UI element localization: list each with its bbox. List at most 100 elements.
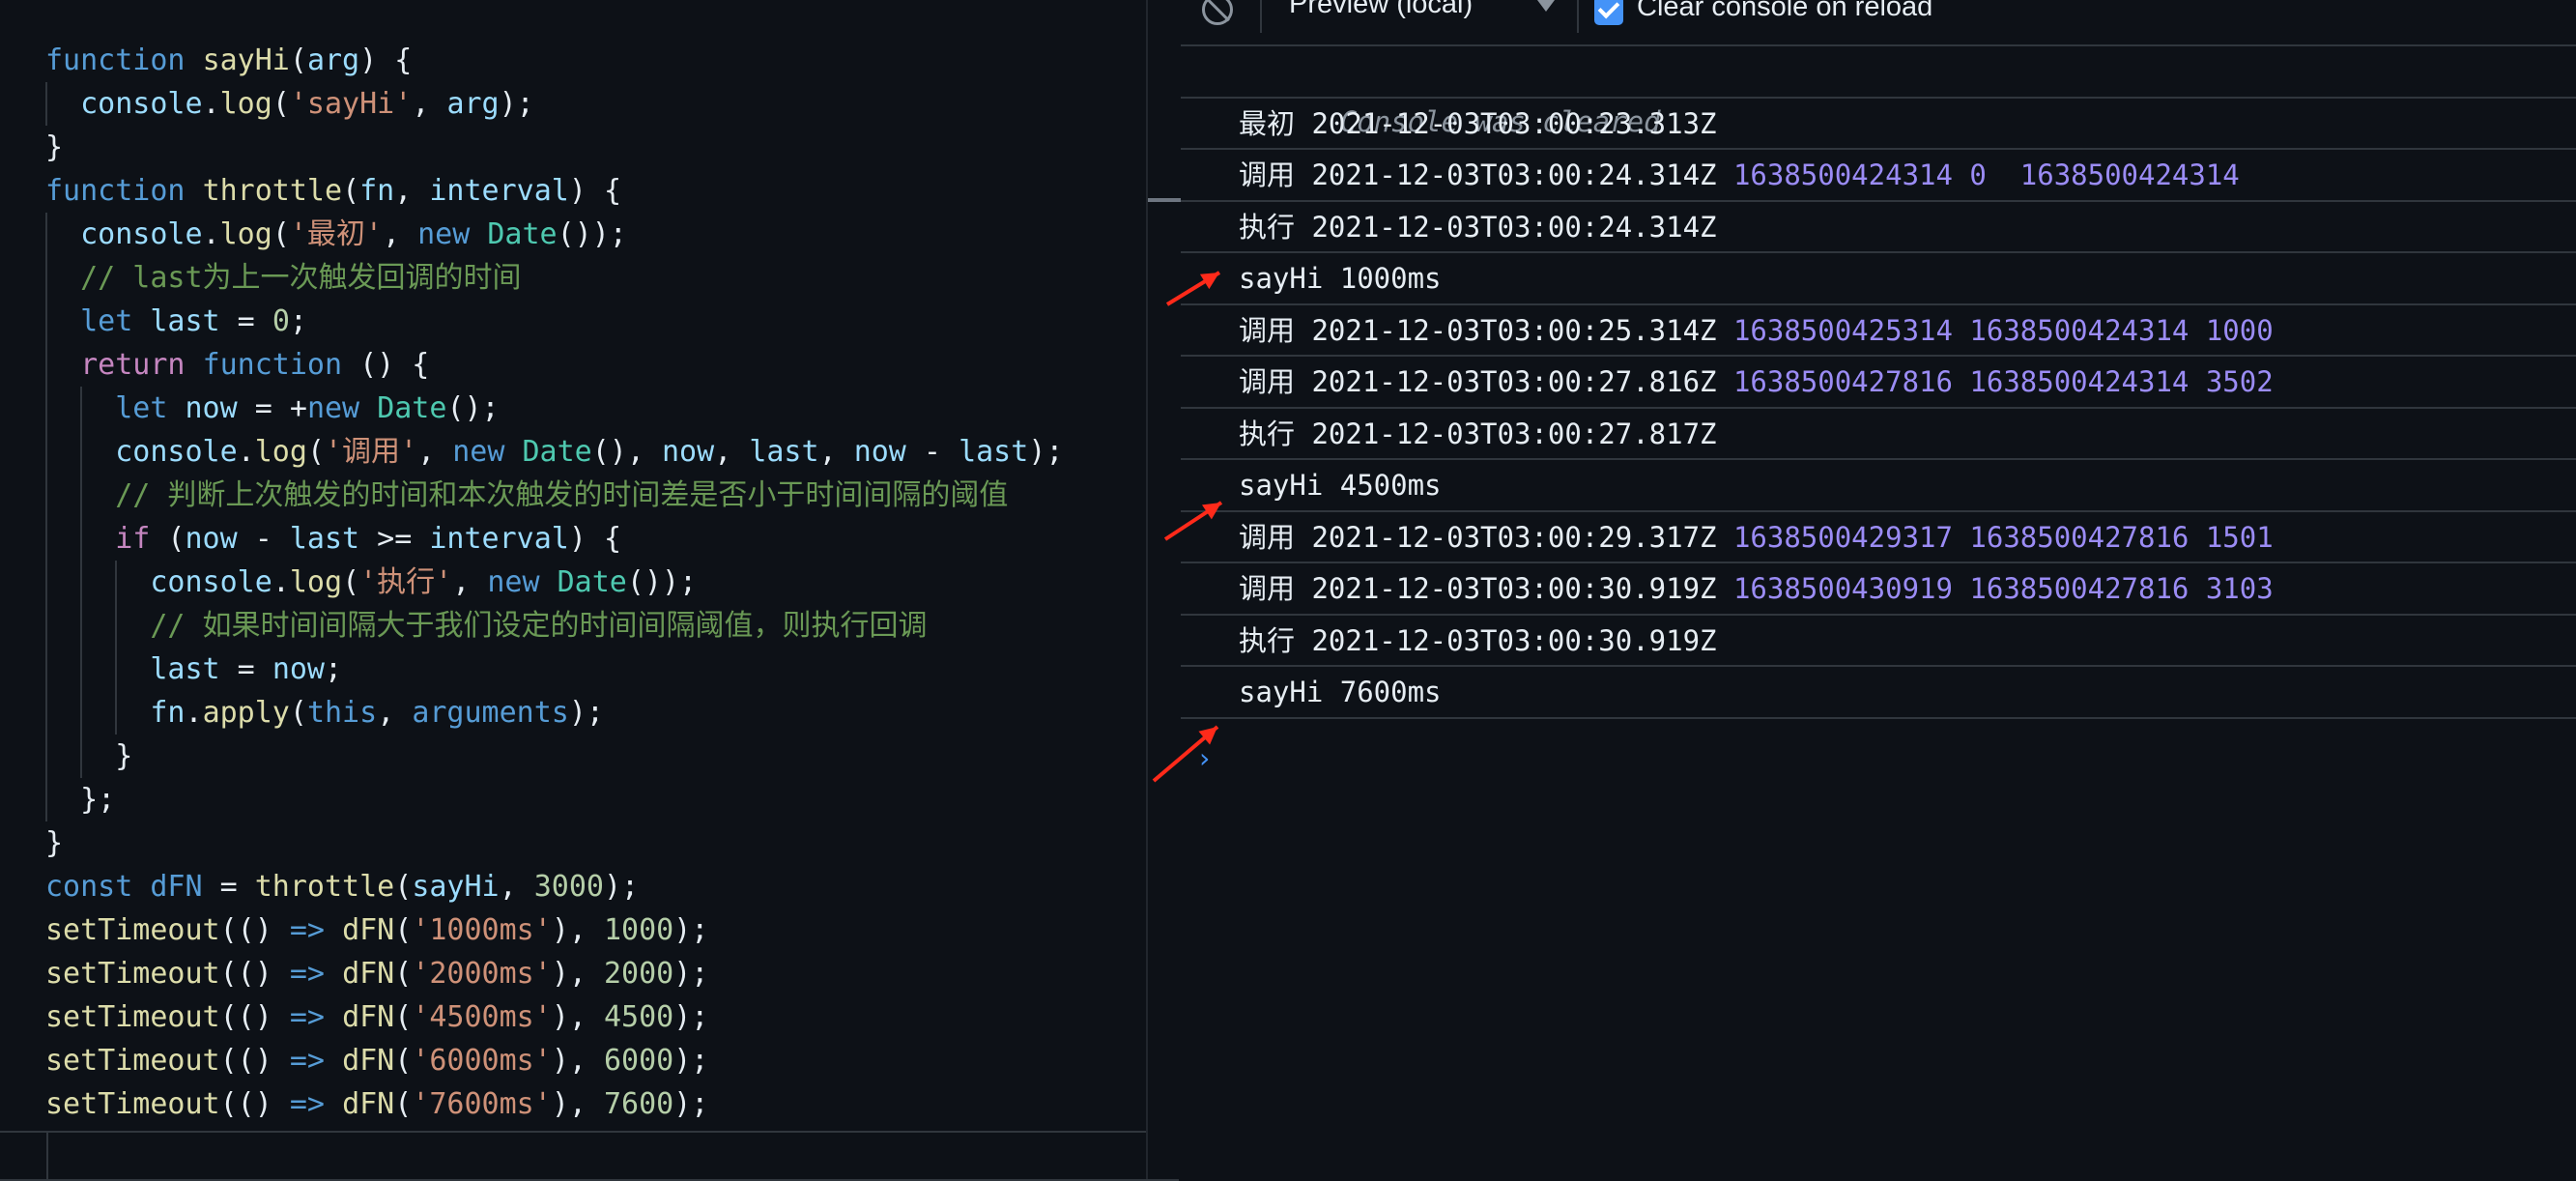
code-token: ( (272, 217, 290, 251)
toolbar-separator (1260, 0, 1262, 33)
code-token: ); (673, 1044, 709, 1078)
clear-console-icon[interactable] (1202, 0, 1233, 25)
code-token: setTimeout (45, 1044, 220, 1078)
code-token: last (150, 652, 220, 686)
code-token: throttle (202, 174, 343, 208)
code-token: ( (394, 1000, 413, 1034)
code-token: ()); (557, 217, 627, 251)
code-line: } (45, 735, 1063, 778)
code-token: interval (429, 522, 569, 556)
clear-on-reload-label[interactable]: Clear console on reload (1637, 0, 1932, 23)
code-token: ()); (626, 565, 698, 599)
code-token: . (202, 87, 220, 121)
code-token: arguments (412, 696, 569, 730)
code-token: last (150, 304, 220, 338)
code-token: // 如果时间间隔大于我们设定的时间间隔阈值，则执行回调 (150, 609, 928, 643)
console-log-text: sayHi 4500ms (1239, 469, 1442, 502)
code-token: , (714, 435, 750, 469)
code-token: setTimeout (45, 1000, 220, 1034)
code-token: log (219, 217, 272, 251)
code-token: . (185, 696, 203, 730)
code-token: (() (219, 1044, 290, 1078)
code-area[interactable]: function sayHi(arg) { console.log('sayHi… (45, 39, 1063, 1126)
code-token: 'sayHi' (289, 87, 413, 121)
code-token: } (45, 130, 64, 164)
code-token: ; (289, 304, 307, 338)
code-token: ( (289, 696, 307, 730)
editor-status-row (0, 1131, 1179, 1181)
indent-guide (45, 213, 47, 821)
code-token: ( (289, 43, 307, 77)
code-token: console (80, 217, 203, 251)
code-token: => (289, 957, 325, 991)
code-token: log (289, 565, 343, 599)
code-token: ) { (568, 522, 622, 556)
code-token: ); (568, 696, 604, 730)
code-token: now (853, 435, 906, 469)
code-token: dFN (342, 1000, 395, 1034)
console-log-row: 执行 2021-12-03T03:00:24.314Z (1181, 202, 2576, 253)
code-token: >= (359, 522, 430, 556)
code-token: '最初' (289, 217, 383, 251)
pane-resize-handle[interactable] (1148, 198, 1181, 202)
code-token: ( (150, 522, 186, 556)
code-token: ( (394, 913, 413, 947)
code-token: new (487, 565, 540, 599)
code-token: ) { (568, 174, 622, 208)
console-log-text: 调用 2021-12-03T03:00:25.314Z (1239, 313, 1717, 347)
code-token: this (306, 696, 378, 730)
code-token: '调用' (325, 435, 418, 469)
code-token: ), (551, 1044, 604, 1078)
code-token: ( (394, 1087, 413, 1121)
code-token: // 判断上次触发的时间和本次触发的时间差是否小于时间间隔的阈值 (115, 478, 1009, 512)
code-line: function throttle(fn, interval) { (45, 169, 1063, 213)
code-token: (), (591, 435, 662, 469)
code-token: new (417, 217, 471, 251)
editor-bottom-divider (46, 1133, 48, 1179)
console-log-numbers: 1638500427816 1638500424314 3502 (1732, 365, 2274, 398)
code-line: // last为上一次触发回调的时间 (45, 256, 1063, 300)
console-cleared-row: Console was cleared (1181, 46, 2576, 138)
clear-on-reload-checkbox[interactable] (1594, 0, 1623, 25)
code-token: ( (394, 1044, 413, 1078)
chevron-down-icon[interactable] (1534, 0, 1558, 12)
code-line: setTimeout(() => dFN('2000ms'), 2000); (45, 952, 1063, 995)
code-token: - (905, 435, 959, 469)
console-log-text: 调用 2021-12-03T03:00:24.314Z (1239, 158, 1717, 191)
console-log-row: 执行 2021-12-03T03:00:30.919Z (1181, 616, 2576, 667)
console-log-row: sayHi 4500ms (1181, 460, 2576, 512)
console-log-numbers: 1638500430919 1638500427816 3103 (1732, 572, 2274, 605)
code-token: () { (342, 348, 430, 382)
console-log-row: sayHi 7600ms (1181, 667, 2576, 719)
code-token: , (499, 870, 534, 904)
console-log-text: 调用 2021-12-03T03:00:27.816Z (1239, 365, 1717, 398)
code-line: let last = 0; (45, 300, 1063, 343)
code-editor[interactable]: function sayHi(arg) { console.log('sayHi… (0, 0, 1179, 1181)
code-token: dFN (342, 1087, 395, 1121)
console-log-text: sayHi 1000ms (1239, 262, 1442, 295)
code-token: ); (1028, 435, 1064, 469)
code-token: ( (394, 870, 413, 904)
indent-guide (45, 82, 47, 126)
preview-select[interactable]: Preview (local) (1289, 0, 1473, 20)
code-token: }; (45, 783, 116, 817)
code-token: '执行' (359, 565, 453, 599)
annotation-arrowhead (1202, 503, 1221, 520)
code-token: ); (673, 1087, 709, 1121)
code-line: } (45, 821, 1063, 865)
code-token: 4500 (604, 1000, 674, 1034)
code-token: } (45, 826, 64, 860)
code-token: interval (429, 174, 569, 208)
code-token: ); (604, 870, 640, 904)
